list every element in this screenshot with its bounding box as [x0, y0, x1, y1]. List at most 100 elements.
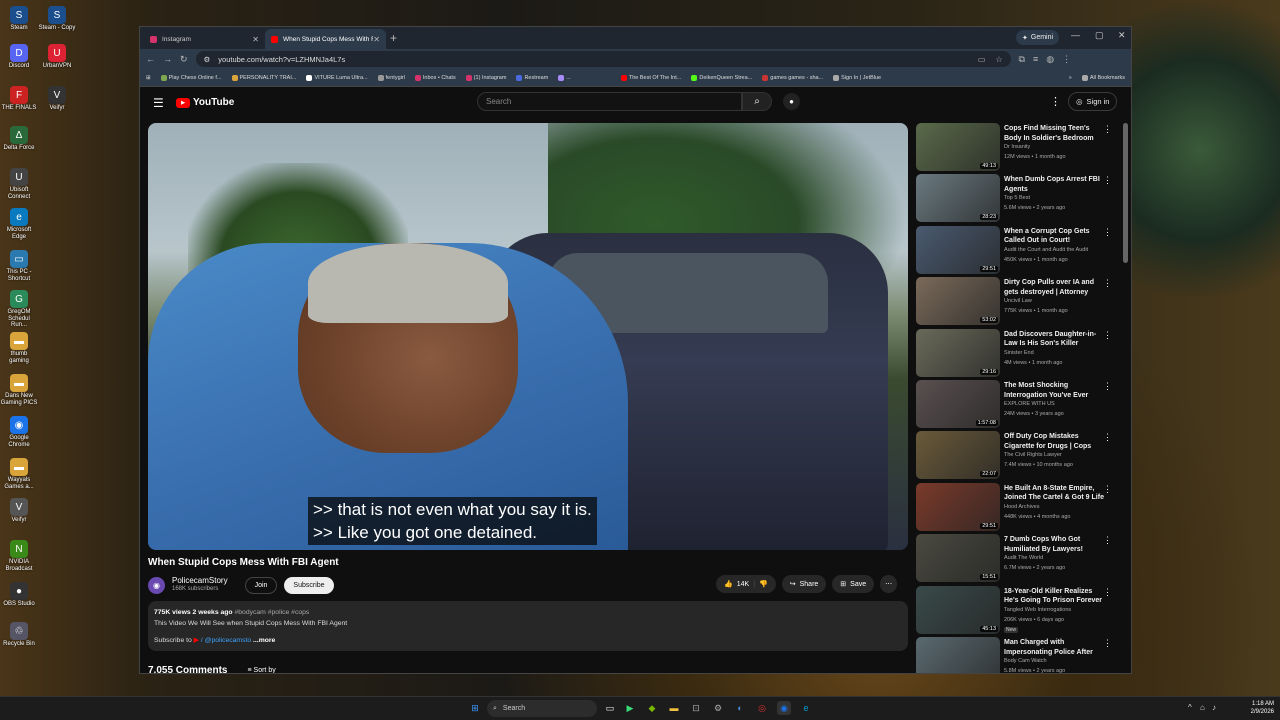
desktop-icon[interactable]: V Veifyr — [38, 86, 76, 112]
more-options-icon[interactable]: ⋮ — [1103, 381, 1112, 392]
bookmark-item[interactable]: The Best Of The Int... — [620, 74, 681, 81]
recommended-channel[interactable]: Top 5 Best — [1004, 195, 1030, 201]
channel-avatar[interactable]: ◉ — [148, 576, 165, 594]
recommended-title[interactable]: He Built An 8-State Empire, Joined The C… — [1004, 484, 1104, 503]
recommended-video[interactable]: 53:02 Dirty Cop Pulls over IA and gets de… — [916, 277, 1116, 326]
recommended-title[interactable]: Cops Find Missing Teen's Body In Soldier… — [1004, 124, 1104, 143]
minimize-button[interactable]: — — [1071, 30, 1080, 40]
recommended-video[interactable]: 1:57:08 The Most Shocking Interrogation Y… — [916, 380, 1116, 428]
apps-icon[interactable]: ⊞ — [146, 75, 151, 81]
bookmark-star-icon[interactable]: ☆ — [995, 55, 1002, 64]
recommended-title[interactable]: Man Charged with Impersonating Police Af… — [1004, 638, 1104, 657]
recommended-video[interactable]: 29:16 Dad Discovers Daughter-in-Law Is Hi… — [916, 328, 1116, 377]
tray-chevron-icon[interactable]: ^ — [1188, 703, 1192, 712]
bookmark-item[interactable]: DeikenQueen Strea... — [691, 74, 752, 81]
desktop-icon[interactable]: G GregOM Schedul Run... — [0, 290, 38, 329]
bookmark-item[interactable]: Sign In | JetBlue — [833, 74, 881, 81]
sign-in-button[interactable]: ◎ Sign in — [1068, 92, 1118, 111]
maximize-button[interactable]: ▢ — [1095, 30, 1104, 41]
more-options-icon[interactable]: ⋮ — [1103, 587, 1112, 598]
desktop-icon[interactable]: ▬ Dans New Gaming PICS — [0, 374, 38, 406]
recommended-channel[interactable]: Tangled Web Interrogations — [1004, 607, 1071, 613]
search-button[interactable]: ⌕ — [742, 92, 772, 111]
channel-name[interactable]: PolicecamStory 168K subscribers — [172, 576, 228, 592]
desktop-icon[interactable]: S Steam — [0, 6, 38, 32]
more-options-icon[interactable]: ⋮ — [1103, 330, 1112, 341]
show-more-button[interactable]: ...more — [253, 637, 275, 644]
profile-icon[interactable]: ◍ — [1046, 54, 1054, 65]
recommended-title[interactable]: Off Duty Cop Mistakes Cigarette for Drug… — [1004, 432, 1104, 451]
volume-icon[interactable]: ♪ — [1212, 703, 1216, 712]
bookmark-item[interactable]: games games - sha... — [762, 74, 823, 81]
more-options-icon[interactable]: ⋮ — [1103, 278, 1112, 289]
more-options-icon[interactable]: ⋮ — [1103, 535, 1112, 546]
desktop-icon[interactable]: ◉ Google Chrome — [0, 416, 38, 448]
desktop-icon[interactable]: Δ Delta Force — [0, 126, 38, 152]
desktop-icon[interactable]: V Veifyr — [0, 498, 38, 524]
scrollbar[interactable] — [1123, 123, 1128, 263]
windows-start-icon[interactable]: ⊞ — [468, 701, 482, 715]
video-thumbnail[interactable] — [916, 637, 1000, 673]
network-icon[interactable]: ⌂ — [1200, 703, 1205, 712]
bookmark-item[interactable]: Restream — [516, 74, 548, 81]
address-bar[interactable]: ⚙ youtube.com/watch?v=LZHMNJa4L7s ▭ ☆ — [195, 51, 1011, 67]
bookmark-item[interactable]: VITURE Luma Ultra... — [306, 74, 368, 81]
desktop-icon[interactable]: ♲ Recycle Bin — [0, 622, 38, 648]
browser-menu-icon[interactable]: ⋮ — [1062, 54, 1071, 65]
dislike-icon[interactable]: 👎 — [759, 580, 768, 588]
more-options-icon[interactable]: ⋮ — [1103, 638, 1112, 649]
close-window-button[interactable]: ✕ — [1118, 30, 1126, 41]
recommended-channel[interactable]: Uncivil Law — [1004, 298, 1032, 304]
new-tab-button[interactable]: + — [390, 31, 397, 45]
tab-instagram[interactable]: Instagram ✕ — [144, 29, 265, 49]
desktop-icon[interactable]: U Ubisoft Connect — [0, 168, 38, 200]
recommended-channel[interactable]: Hood Archives — [1004, 504, 1039, 510]
recommended-title[interactable]: The Most Shocking Interrogation You've E… — [1004, 381, 1104, 400]
more-options-icon[interactable]: ⋮ — [1103, 484, 1112, 495]
bookmark-item[interactable]: (1) Instagram — [465, 74, 506, 81]
chrome-icon[interactable]: ◉ — [777, 701, 791, 715]
recommended-channel[interactable]: Body Cam Watch — [1004, 658, 1047, 664]
tab-youtube-video[interactable]: When Stupid Cops Mess With F ✕ — [265, 29, 386, 49]
recommended-channel[interactable]: Sinister End — [1004, 350, 1034, 356]
store-icon[interactable]: ⊡ — [689, 701, 703, 715]
channel-link[interactable]: / @policecamsto — [201, 637, 251, 644]
voice-search-button[interactable]: ● — [783, 93, 800, 110]
recommended-video[interactable]: Man Charged with Impersonating Police Af… — [916, 637, 1116, 673]
recommended-video[interactable]: 29:51 When a Corrupt Cop Gets Called Out … — [916, 225, 1116, 274]
system-clock[interactable]: 1:18 AM 2/9/2026 — [1232, 700, 1274, 716]
video-thumbnail[interactable]: 29:51 — [916, 225, 1000, 274]
settings-icon[interactable]: ⚙ — [711, 701, 725, 715]
desktop-icon[interactable]: D Discord — [0, 44, 38, 70]
bookmark-item[interactable]: Inbox • Chats — [414, 74, 456, 81]
recommended-channel[interactable]: Dr Insanity — [1004, 144, 1030, 150]
ubisoft-icon[interactable]: ◎ — [755, 701, 769, 715]
save-button[interactable]: ⊞ Save — [832, 575, 875, 593]
file-explorer-icon[interactable]: ▬ — [667, 701, 681, 715]
bookmark-item[interactable]: PERSONALITY TRAI... — [231, 74, 296, 81]
video-player[interactable]: >> that is not even what you say it is. … — [148, 123, 908, 550]
recommended-title[interactable]: Dirty Cop Pulls over IA and gets destroy… — [1004, 278, 1104, 297]
recommended-video[interactable]: 45:13 18-Year-Old Killer Realizes He's Go… — [916, 585, 1116, 634]
more-actions-button[interactable]: ⋯ — [880, 575, 898, 593]
desktop-icon[interactable]: ▭ This PC - Shortcut — [0, 250, 38, 282]
desktop-icon[interactable]: ▬ Wayyals Games a... — [0, 458, 38, 490]
video-thumbnail[interactable]: 1:57:08 — [916, 380, 1000, 428]
recommended-channel[interactable]: Audit The World — [1004, 555, 1043, 561]
more-options-icon[interactable]: ⋮ — [1103, 432, 1112, 443]
recommended-video[interactable]: 15:51 7 Dumb Cops Who Got Humiliated By L… — [916, 534, 1116, 583]
youtube-logo[interactable]: ▶ YouTube — [176, 97, 234, 108]
desktop-icon[interactable]: ● OBS Studio — [0, 582, 38, 608]
cast-icon[interactable]: ▭ — [978, 55, 986, 64]
media-player-icon[interactable]: ▶ — [623, 701, 637, 715]
task-view-icon[interactable]: ▭ — [603, 701, 617, 715]
video-thumbnail[interactable]: 22:07 — [916, 431, 1000, 480]
video-thumbnail[interactable]: 45:13 — [916, 585, 1000, 634]
recommended-channel[interactable]: Audit the Court and Audit the Audit — [1004, 247, 1088, 253]
recommended-channel[interactable]: The Civil Rights Lawyer — [1004, 452, 1062, 458]
gemini-button[interactable]: ✦ Gemini — [1016, 30, 1060, 45]
desktop-icon[interactable]: e Microsoft Edge — [0, 208, 38, 240]
recommended-title[interactable]: When Dumb Cops Arrest FBI Agents — [1004, 175, 1104, 194]
recommended-channel[interactable]: EXPLORE WITH US — [1004, 401, 1055, 407]
forward-icon[interactable]: → — [163, 54, 172, 64]
